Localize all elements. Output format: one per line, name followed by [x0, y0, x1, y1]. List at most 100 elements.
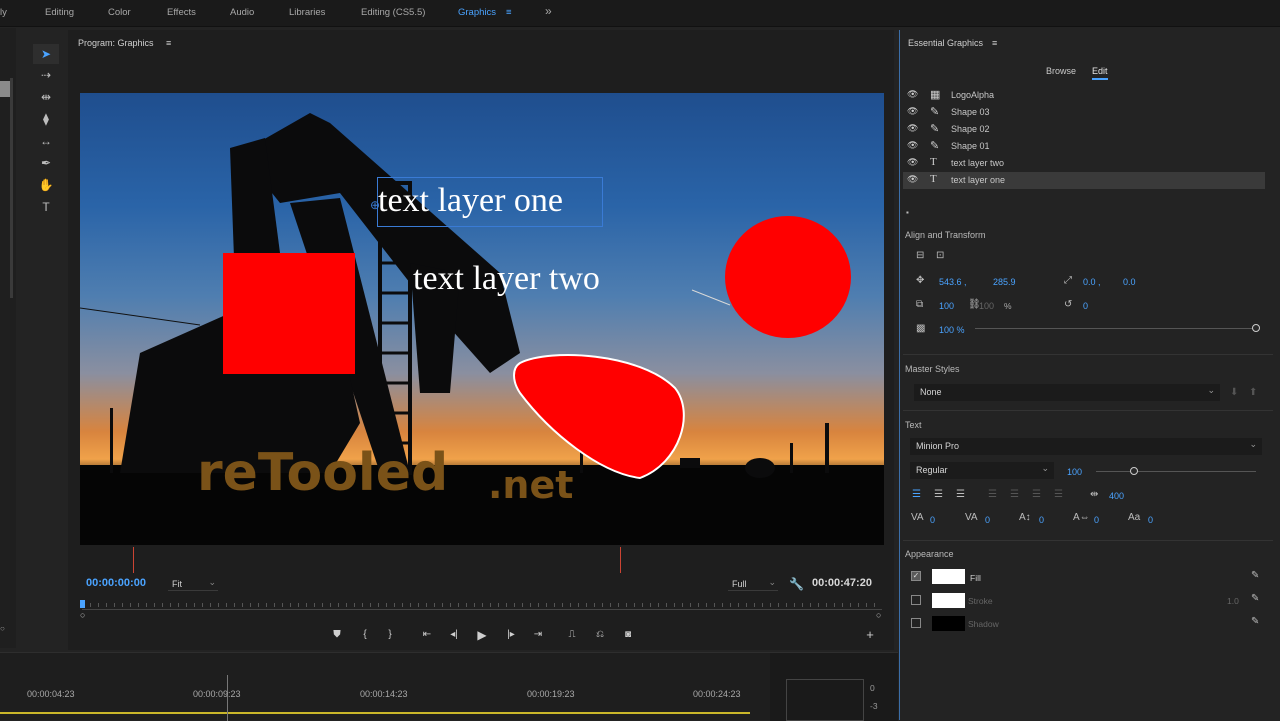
new-layer-icon[interactable]: ▪	[906, 208, 909, 217]
master-styles-dropdown[interactable]: None	[914, 382, 1220, 401]
stroke-color-swatch[interactable]	[932, 593, 965, 608]
tab-browse[interactable]: Browse	[1046, 66, 1076, 76]
ripple-edit-tool-icon[interactable]: ⇹	[33, 87, 59, 107]
export-frame-icon[interactable]: ◙	[620, 628, 636, 642]
workspace-menu-icon[interactable]: ≡	[506, 7, 512, 18]
fill-checkbox[interactable]: ✓	[911, 571, 921, 581]
stroke-checkbox[interactable]	[911, 595, 921, 605]
font-style-dropdown[interactable]: Regular	[910, 460, 1054, 479]
workspace-tab-ly[interactable]: ly	[0, 7, 7, 18]
play-button[interactable]: ▶	[474, 628, 490, 642]
go-to-in-icon[interactable]: ⇤	[419, 628, 435, 642]
zoom-right-handle[interactable]: ○	[876, 610, 881, 620]
step-forward-icon[interactable]: |▸	[503, 628, 519, 642]
opacity-slider-knob[interactable]	[1252, 324, 1260, 332]
leading-value[interactable]: 0	[985, 515, 990, 525]
type-tool-icon[interactable]: T	[33, 197, 59, 217]
layer-item-logoalpha[interactable]: 👁 ▦ LogoAlpha	[903, 87, 1265, 104]
layer-item-text-layer-two[interactable]: 👁 T text layer two	[903, 155, 1265, 172]
text-layer-two[interactable]: text layer two	[413, 260, 600, 298]
extract-icon[interactable]: ⎌	[592, 628, 608, 642]
playhead[interactable]	[80, 600, 85, 608]
workspace-tab-graphics[interactable]: Graphics	[458, 7, 496, 18]
position-y-value[interactable]: 285.9	[993, 277, 1016, 287]
workspace-tab-audio[interactable]: Audio	[230, 7, 254, 18]
mark-out-icon[interactable]: }	[382, 628, 398, 642]
eye-icon[interactable]: 👁	[907, 123, 918, 134]
current-timecode[interactable]: 00:00:00:00	[86, 577, 146, 589]
fill-color-swatch[interactable]	[932, 569, 965, 584]
align-center-icon[interactable]: ☰	[934, 489, 943, 500]
layer-item-shape-02[interactable]: 👁 ✎ Shape 02	[903, 121, 1265, 138]
anchor-y-value[interactable]: 0.0	[1123, 277, 1136, 287]
small-caps-value[interactable]: 0	[1148, 515, 1153, 525]
fit-dropdown[interactable]: Fit	[168, 575, 218, 591]
opacity-value[interactable]: 100 %	[939, 325, 965, 335]
opacity-slider[interactable]	[975, 328, 1255, 329]
font-size-slider-knob[interactable]	[1130, 467, 1138, 475]
stroke-eyedropper-icon[interactable]: ✎	[1251, 593, 1259, 604]
scrub-bar[interactable]	[80, 600, 882, 610]
settings-wrench-icon[interactable]: 🔧	[789, 577, 804, 591]
anchor-point-icon[interactable]: ⊕	[370, 198, 380, 212]
button-editor-plus-icon[interactable]: +	[862, 628, 878, 642]
shadow-color-swatch[interactable]	[932, 616, 965, 631]
eye-icon[interactable]: 👁	[907, 157, 918, 168]
slip-tool-icon[interactable]: ↔	[33, 131, 59, 151]
align-horizontal-center-icon[interactable]: ⊟	[916, 250, 924, 261]
fill-eyedropper-icon[interactable]: ✎	[1251, 570, 1259, 581]
anchor-x-value[interactable]: 0.0 ,	[1083, 277, 1101, 287]
align-left-icon[interactable]: ☰	[912, 489, 921, 500]
pen-tool-icon[interactable]: ✒	[33, 153, 59, 173]
essential-graphics-menu-icon[interactable]: ≡	[992, 38, 997, 48]
stroke-width-value[interactable]: 1.0	[1227, 596, 1239, 606]
font-size-slider[interactable]	[1096, 471, 1256, 472]
eye-icon[interactable]: 👁	[907, 106, 918, 117]
font-dropdown[interactable]: Minion Pro	[910, 436, 1262, 455]
scale-value[interactable]: 100	[939, 301, 954, 311]
font-size-value[interactable]: 100	[1067, 467, 1082, 477]
push-style-icon[interactable]: ⬇	[1230, 387, 1238, 398]
program-video-frame[interactable]: text layer one ⊕ text layer two reTooled…	[80, 93, 884, 545]
text-layer-one-selection[interactable]: text layer one ⊕	[370, 177, 603, 227]
eye-icon[interactable]: 👁	[907, 174, 918, 185]
tsume-value[interactable]: 0	[1094, 515, 1099, 525]
workspace-tab-effects[interactable]: Effects	[167, 7, 196, 18]
quality-dropdown[interactable]: Full	[728, 575, 778, 591]
workspace-tab-editing[interactable]: Editing	[45, 7, 74, 18]
eye-icon[interactable]: 👁	[907, 89, 918, 100]
tab-edit[interactable]: Edit	[1092, 66, 1108, 76]
position-x-value[interactable]: 543.6 ,	[939, 277, 967, 287]
pull-style-icon[interactable]: ⬆	[1249, 387, 1257, 398]
justify-left-icon[interactable]: ☰	[988, 489, 997, 500]
lift-icon[interactable]: ⎍	[564, 628, 580, 642]
hand-tool-icon[interactable]: ✋	[33, 175, 59, 195]
add-marker-icon[interactable]: ⛊	[329, 628, 345, 642]
align-vertical-center-icon[interactable]: ⊡	[936, 250, 944, 261]
track-select-tool-icon[interactable]: ⇢	[33, 65, 59, 85]
go-to-out-icon[interactable]: ⇥	[530, 628, 546, 642]
panel-scroll-thumb[interactable]	[0, 81, 10, 97]
shadow-checkbox[interactable]	[911, 618, 921, 628]
work-area-bar[interactable]	[0, 712, 750, 714]
layer-item-shape-01[interactable]: 👁 ✎ Shape 01	[903, 138, 1265, 155]
program-menu-icon[interactable]: ≡	[166, 38, 171, 48]
align-right-icon[interactable]: ☰	[956, 489, 965, 500]
selection-tool-icon[interactable]: ➤	[33, 44, 59, 64]
panel-zoom-icon[interactable]: ○	[0, 624, 5, 633]
rotation-value[interactable]: 0	[1083, 301, 1088, 311]
shadow-eyedropper-icon[interactable]: ✎	[1251, 616, 1259, 627]
zoom-left-handle[interactable]: ○	[80, 610, 85, 620]
baseline-shift-value[interactable]: 0	[1039, 515, 1044, 525]
workspace-tab-editing-cs55[interactable]: Editing (CS5.5)	[361, 7, 425, 18]
justify-all-icon[interactable]: ☰	[1054, 489, 1063, 500]
justify-center-icon[interactable]: ☰	[1010, 489, 1019, 500]
tracking-value[interactable]: 400	[1109, 491, 1124, 501]
mark-in-icon[interactable]: {	[357, 628, 373, 642]
workspace-tab-color[interactable]: Color	[108, 7, 131, 18]
layer-item-text-layer-one[interactable]: 👁 T text layer one	[903, 172, 1265, 189]
workspace-overflow-icon[interactable]: »	[545, 4, 552, 18]
razor-tool-icon[interactable]: ⧫	[33, 109, 59, 129]
eye-icon[interactable]: 👁	[907, 140, 918, 151]
justify-right-icon[interactable]: ☰	[1032, 489, 1041, 500]
